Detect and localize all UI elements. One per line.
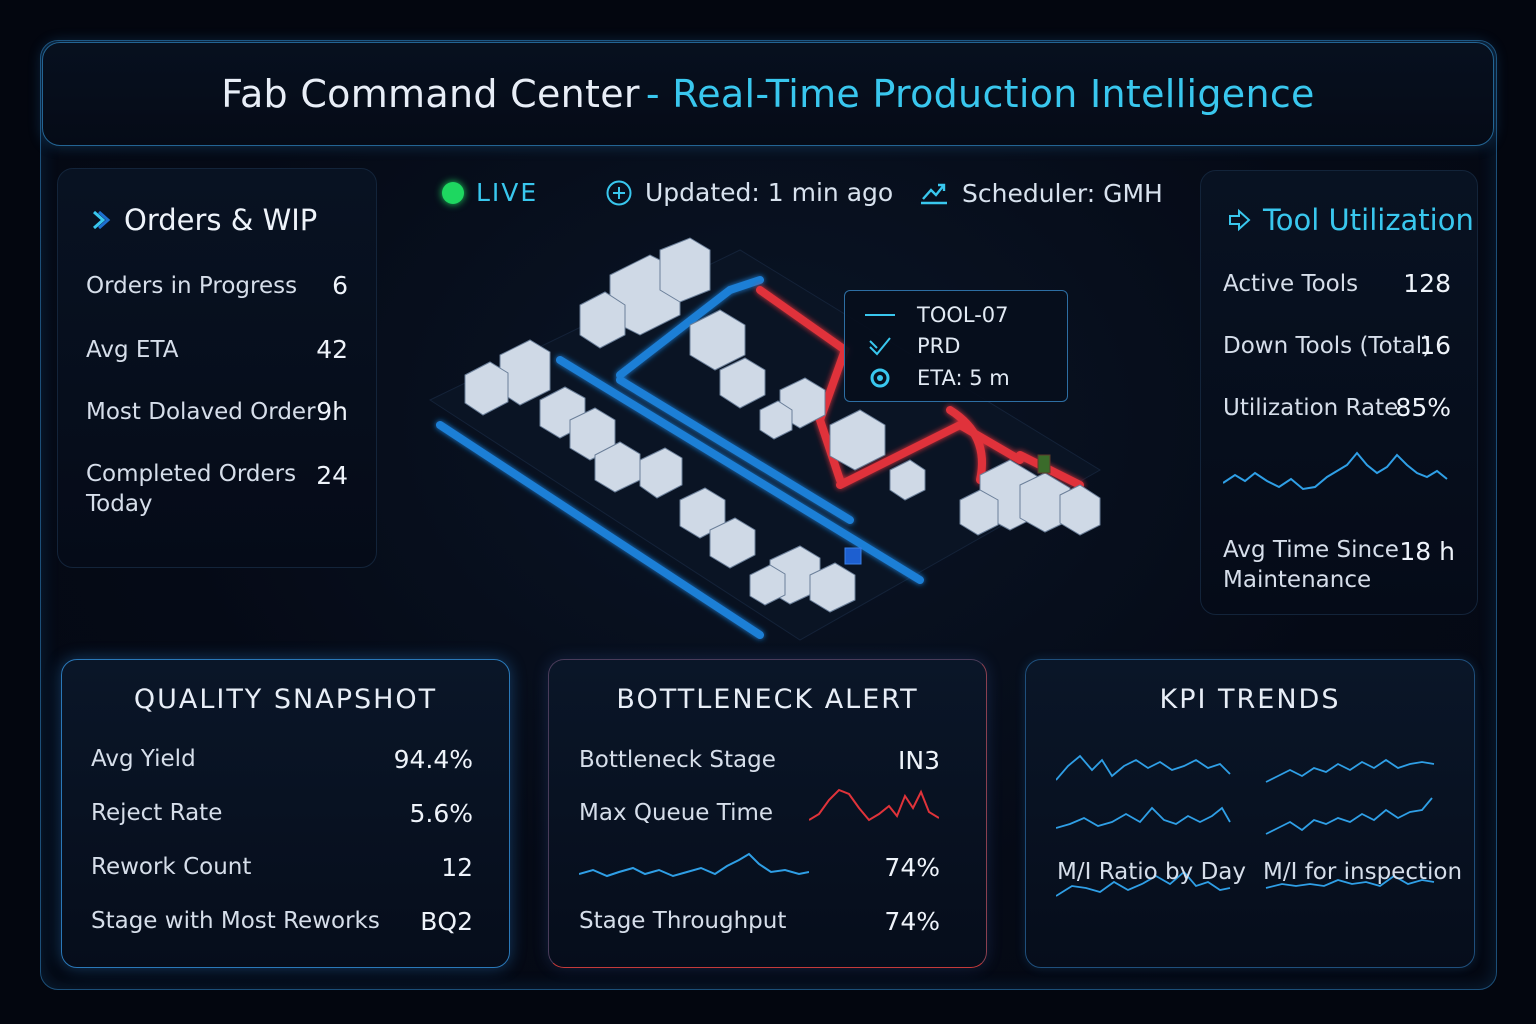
chevron-right-icon (93, 210, 111, 230)
tool-utilization-panel: Tool Utilization Active Tools 128 Down T… (1200, 170, 1478, 615)
throughput-value: 74% (884, 907, 940, 936)
orders-row-value: 24 (316, 461, 348, 490)
check-icon (865, 335, 895, 357)
kpi-label-left: M/I Ratio by Day (1057, 859, 1246, 885)
quality-title: QUALITY SNAPSHOT (133, 684, 438, 715)
tools-row-label-line2: Maintenance (1223, 567, 1372, 593)
tooltip-eta-row: ETA: 5 m (865, 366, 1010, 390)
tools-row-value: 16 (1419, 331, 1451, 360)
bottleneck-alert-panel: BOTTLENECK ALERT Bottleneck Stage IN3 Ma… (548, 659, 987, 968)
live-indicator: LIVE (442, 178, 538, 207)
tool-tooltip: TOOL-07 PRD ETA: 5 m (844, 290, 1068, 402)
tools-title: Tool Utilization (1227, 203, 1474, 237)
page-header: Fab Command Center - Real-Time Productio… (42, 42, 1494, 146)
orders-row-value: 42 (316, 335, 348, 364)
orders-panel: Orders & WIP Orders in Progress 6 Avg ET… (57, 168, 377, 568)
orders-row-label: Most Dolaved Order (86, 399, 316, 425)
tooltip-state: PRD (917, 334, 961, 358)
target-icon (865, 367, 895, 389)
throughput-label: Stage Throughput (579, 908, 787, 934)
scheduler-label: Scheduler: GMH (962, 178, 1163, 208)
kpi-label-right: M/I for inspection (1263, 859, 1463, 885)
quality-row-value: BQ2 (420, 907, 473, 936)
tools-row-label: Utilization Rate (1223, 395, 1399, 421)
orders-title: Orders & WIP (90, 203, 317, 237)
orders-row-value: 6 (332, 271, 348, 300)
page-title: Fab Command Center (221, 72, 640, 116)
updated-status: Updated: 1 min ago (605, 178, 893, 207)
tools-row-value: 128 (1403, 269, 1451, 298)
trend-icon (921, 183, 947, 205)
orders-row-label: Avg ETA (86, 337, 179, 363)
utilization-sparkline (1223, 451, 1448, 491)
plus-circle-icon (606, 180, 632, 205)
queue-time-sparkline (809, 788, 939, 822)
quality-row-label: Rework Count (91, 854, 252, 880)
tools-title-label: Tool Utilization (1263, 203, 1474, 237)
quality-row-value: 5.6% (409, 799, 473, 828)
kpi-sparklines (1056, 754, 1435, 897)
page-subtitle: - Real-Time Production Intelligence (645, 72, 1315, 116)
tooltip-eta: ETA: 5 m (917, 366, 1010, 390)
orders-row-label-line2: Today (86, 491, 153, 517)
bottleneck-title: BOTTLENECK ALERT (616, 684, 919, 715)
quality-snapshot-panel: QUALITY SNAPSHOT Avg Yield 94.4% Reject … (61, 659, 510, 968)
bottleneck-stage-value: IN3 (898, 746, 940, 775)
bottleneck-stage-label: Bottleneck Stage (579, 747, 776, 773)
updated-label: Updated: 1 min ago (645, 178, 894, 207)
tools-row-label: Avg Time Since (1223, 537, 1399, 563)
tools-row-value: 18 h (1399, 537, 1455, 566)
kpi-title: KPI TRENDS (1159, 684, 1341, 715)
scheduler-status: Scheduler: GMH (918, 178, 1163, 208)
kpi-trends-panel: KPI TRENDS M/I Ratio by Day M/I for insp… (1025, 659, 1475, 968)
orders-row-label: Completed Orders (86, 461, 297, 487)
tooltip-tool-row: TOOL-07 (865, 303, 1009, 327)
orders-row-value: 9h (316, 397, 348, 426)
orders-title-label: Orders & WIP (124, 203, 318, 237)
tooltip-tool: TOOL-07 (917, 303, 1009, 327)
orders-row-label: Orders in Progress (86, 273, 298, 299)
tools-row-value: 85% (1395, 393, 1451, 422)
live-label: LIVE (476, 178, 539, 207)
stage-sparkline (579, 852, 809, 878)
quality-row-label: Avg Yield (91, 746, 196, 772)
quality-row-label: Reject Rate (91, 800, 223, 826)
max-queue-label: Max Queue Time (579, 800, 774, 826)
stage-metric-value: 74% (884, 853, 940, 882)
tools-row-label: Down Tools (Total) (1223, 333, 1432, 359)
line-icon (865, 314, 895, 316)
arrow-right-icon (1229, 208, 1251, 232)
quality-row-value: 12 (441, 853, 473, 882)
live-dot-icon (442, 181, 464, 204)
quality-row-value: 94.4% (393, 745, 473, 774)
tools-row-label: Active Tools (1223, 271, 1359, 297)
quality-row-label: Stage with Most Reworks (91, 908, 380, 934)
tooltip-state-row: PRD (865, 334, 960, 358)
